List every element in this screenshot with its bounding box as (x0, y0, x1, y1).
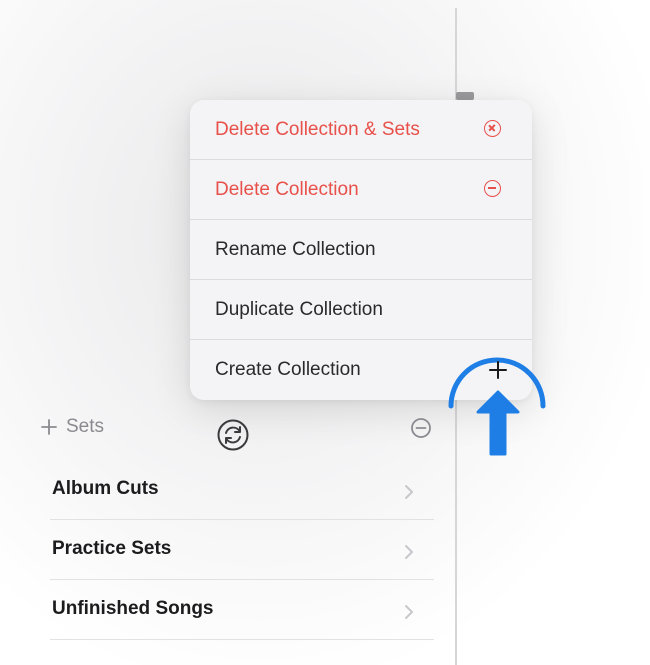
sync-icon[interactable] (216, 418, 250, 452)
list-item-practice-sets[interactable]: Practice Sets (50, 520, 434, 580)
menu-item-delete-collection[interactable]: Delete Collection (190, 160, 532, 220)
list-item-title: Practice Sets (52, 538, 172, 559)
plus-icon (41, 419, 57, 435)
add-sets-label: Sets (66, 416, 105, 437)
add-sets-button[interactable]: Sets (40, 416, 104, 438)
circle-x-icon (484, 120, 501, 137)
list-separator (50, 639, 434, 640)
add-collection-button[interactable] (486, 358, 510, 382)
list-item-unfinished-songs[interactable]: Unfinished Songs (50, 580, 434, 640)
menu-item-delete-collection-and-sets[interactable]: Delete Collection & Sets (190, 100, 532, 160)
plus-icon (489, 361, 507, 379)
menu-item-label: Create Collection (215, 359, 361, 380)
menu-item-label: Delete Collection (215, 179, 359, 200)
list-item-title: Album Cuts (52, 478, 159, 499)
circle-minus-icon[interactable] (410, 417, 432, 439)
circle-minus-icon (484, 180, 501, 197)
scroll-indicator (456, 92, 474, 100)
menu-item-label: Duplicate Collection (215, 299, 383, 320)
chevron-right-icon (405, 485, 413, 499)
chevron-right-icon (405, 545, 413, 559)
menu-item-duplicate-collection[interactable]: Duplicate Collection (190, 280, 532, 340)
menu-item-label: Delete Collection & Sets (215, 119, 420, 140)
arrow-up-icon (476, 390, 520, 456)
menu-item-label: Rename Collection (215, 239, 376, 260)
menu-item-rename-collection[interactable]: Rename Collection (190, 220, 532, 280)
list-item-title: Unfinished Songs (52, 598, 214, 619)
list-item-album-cuts[interactable]: Album Cuts (50, 460, 434, 520)
chevron-right-icon (405, 605, 413, 619)
